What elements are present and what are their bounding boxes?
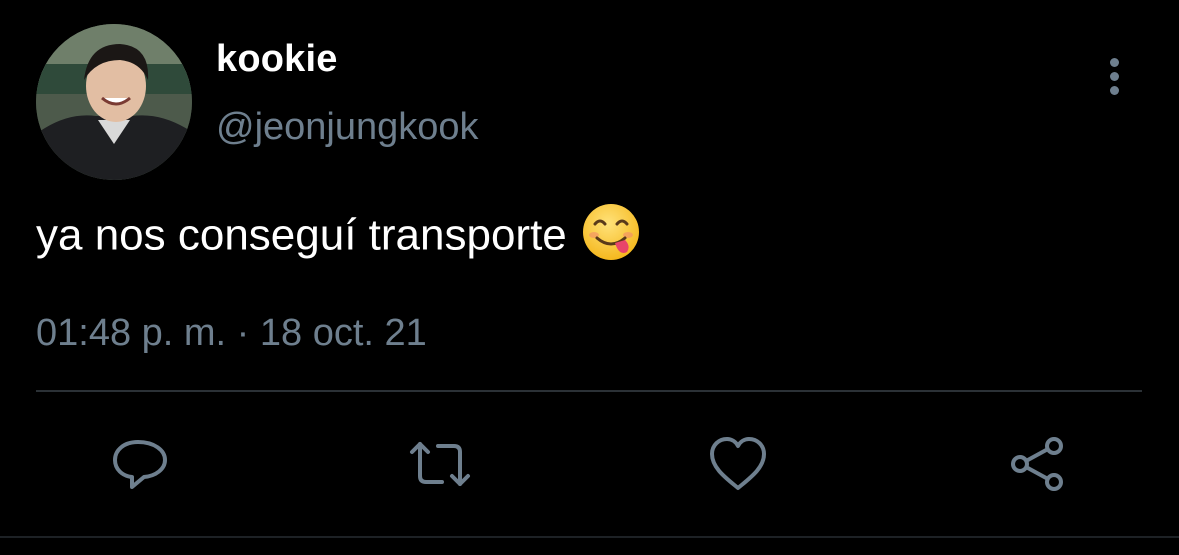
- more-dot: [1110, 72, 1119, 81]
- display-name[interactable]: kookie: [216, 38, 338, 81]
- user-handle[interactable]: @jeonjungkook: [216, 106, 479, 149]
- divider: [36, 390, 1142, 392]
- tweet-text-row: ya nos conseguí transporte: [36, 204, 641, 268]
- like-button[interactable]: [706, 432, 770, 496]
- share-nodes-icon: [1011, 437, 1063, 491]
- share-button[interactable]: [1006, 432, 1070, 496]
- reply-bubble-icon: [113, 440, 167, 489]
- tweet-detail: kookie @jeonjungkook ya nos conseguí tra…: [0, 0, 1179, 555]
- face-savoring-food-emoji-icon: [581, 202, 641, 262]
- retweet-arrows-icon: [410, 442, 470, 486]
- avatar[interactable]: [36, 24, 192, 180]
- tweet-text: ya nos conseguí transporte: [36, 210, 567, 260]
- heart-icon: [710, 437, 766, 490]
- bottom-divider: [0, 536, 1179, 538]
- more-dot: [1110, 86, 1119, 95]
- more-options-icon[interactable]: [1096, 52, 1134, 100]
- more-dot: [1110, 58, 1119, 67]
- retweet-button[interactable]: [408, 432, 472, 496]
- tweet-timestamp[interactable]: 01:48 p. m. · 18 oct. 21: [36, 312, 427, 355]
- reply-button[interactable]: [108, 432, 172, 496]
